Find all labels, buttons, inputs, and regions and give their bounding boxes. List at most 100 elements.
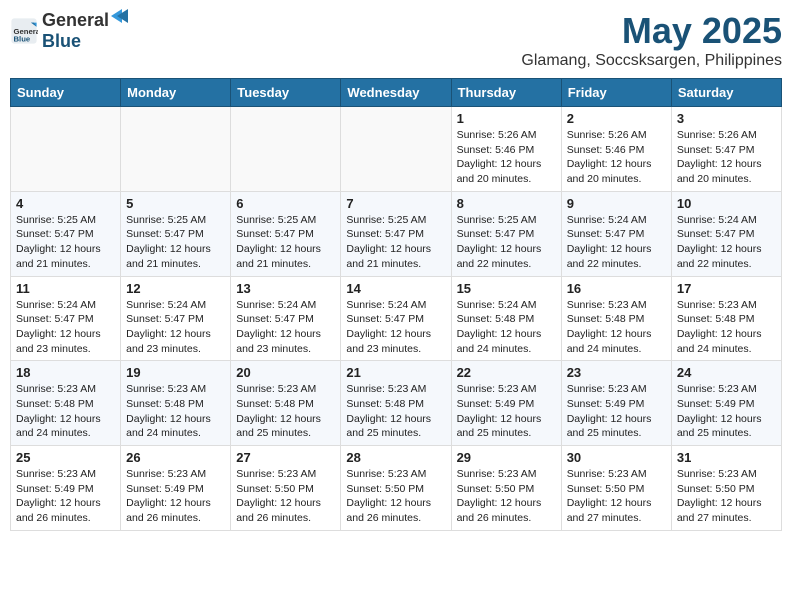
cell-day-number: 7 (346, 196, 445, 211)
cell-day-number: 28 (346, 450, 445, 465)
cell-info-text: Sunrise: 5:23 AM Sunset: 5:49 PM Dayligh… (16, 467, 115, 526)
cell-info-text: Sunrise: 5:26 AM Sunset: 5:46 PM Dayligh… (567, 128, 666, 187)
cell-info-text: Sunrise: 5:23 AM Sunset: 5:48 PM Dayligh… (126, 382, 225, 441)
cell-day-number: 1 (457, 111, 556, 126)
calendar-cell: 11 Sunrise: 5:24 AM Sunset: 5:47 PM Dayli… (11, 276, 121, 361)
cell-info-text: Sunrise: 5:23 AM Sunset: 5:49 PM Dayligh… (126, 467, 225, 526)
cell-day-number: 14 (346, 281, 445, 296)
calendar-cell: 29Sunrise: 5:23 AM Sunset: 5:50 PM Dayli… (451, 446, 561, 531)
cell-day-number: 31 (677, 450, 776, 465)
calendar-cell: 27Sunrise: 5:23 AM Sunset: 5:50 PM Dayli… (231, 446, 341, 531)
cell-info-text: Sunrise: 5:25 AM Sunset: 5:47 PM Dayligh… (457, 213, 556, 272)
calendar-cell: 5 Sunrise: 5:25 AM Sunset: 5:47 PM Daylig… (121, 191, 231, 276)
cell-info-text: Sunrise: 5:24 AM Sunset: 5:47 PM Dayligh… (16, 298, 115, 357)
cell-day-number: 5 (126, 196, 225, 211)
weekday-header-wednesday: Wednesday (341, 79, 451, 107)
cell-info-text: Sunrise: 5:23 AM Sunset: 5:50 PM Dayligh… (346, 467, 445, 526)
calendar-cell: 15 Sunrise: 5:24 AM Sunset: 5:48 PM Dayli… (451, 276, 561, 361)
calendar-cell: 14 Sunrise: 5:24 AM Sunset: 5:47 PM Dayli… (341, 276, 451, 361)
cell-info-text: Sunrise: 5:26 AM Sunset: 5:46 PM Dayligh… (457, 128, 556, 187)
calendar-cell: 18 Sunrise: 5:23 AM Sunset: 5:48 PM Dayli… (11, 361, 121, 446)
calendar-cell: 2Sunrise: 5:26 AM Sunset: 5:46 PM Daylig… (561, 107, 671, 192)
cell-info-text: Sunrise: 5:23 AM Sunset: 5:50 PM Dayligh… (457, 467, 556, 526)
weekday-header-sunday: Sunday (11, 79, 121, 107)
calendar-cell: 7 Sunrise: 5:25 AM Sunset: 5:47 PM Daylig… (341, 191, 451, 276)
calendar-week-row: 25 Sunrise: 5:23 AM Sunset: 5:49 PM Dayli… (11, 446, 782, 531)
cell-info-text: Sunrise: 5:25 AM Sunset: 5:47 PM Dayligh… (236, 213, 335, 272)
calendar-cell (11, 107, 121, 192)
calendar-table: SundayMondayTuesdayWednesdayThursdayFrid… (10, 78, 782, 531)
calendar-cell: 25 Sunrise: 5:23 AM Sunset: 5:49 PM Dayli… (11, 446, 121, 531)
calendar-week-row: 1 Sunrise: 5:26 AM Sunset: 5:46 PM Daylig… (11, 107, 782, 192)
calendar-week-row: 4 Sunrise: 5:25 AM Sunset: 5:47 PM Daylig… (11, 191, 782, 276)
calendar-header-row: SundayMondayTuesdayWednesdayThursdayFrid… (11, 79, 782, 107)
cell-day-number: 20 (236, 365, 335, 380)
cell-info-text: Sunrise: 5:23 AM Sunset: 5:48 PM Dayligh… (677, 298, 776, 357)
cell-day-number: 13 (236, 281, 335, 296)
cell-day-number: 25 (16, 450, 115, 465)
cell-day-number: 10 (677, 196, 776, 211)
cell-day-number: 18 (16, 365, 115, 380)
calendar-cell: 30 Sunrise: 5:23 AM Sunset: 5:50 PM Dayli… (561, 446, 671, 531)
cell-day-number: 21 (346, 365, 445, 380)
cell-info-text: Sunrise: 5:23 AM Sunset: 5:49 PM Dayligh… (457, 382, 556, 441)
calendar-cell: 23 Sunrise: 5:23 AM Sunset: 5:49 PM Dayli… (561, 361, 671, 446)
calendar-cell: 28 Sunrise: 5:23 AM Sunset: 5:50 PM Dayli… (341, 446, 451, 531)
cell-info-text: Sunrise: 5:23 AM Sunset: 5:49 PM Dayligh… (677, 382, 776, 441)
cell-info-text: Sunrise: 5:26 AM Sunset: 5:47 PM Dayligh… (677, 128, 776, 187)
calendar-cell: 20 Sunrise: 5:23 AM Sunset: 5:48 PM Dayli… (231, 361, 341, 446)
calendar-cell: 16 Sunrise: 5:23 AM Sunset: 5:48 PM Dayli… (561, 276, 671, 361)
cell-day-number: 23 (567, 365, 666, 380)
calendar-cell: 3Sunrise: 5:26 AM Sunset: 5:47 PM Daylig… (671, 107, 781, 192)
weekday-header-tuesday: Tuesday (231, 79, 341, 107)
cell-info-text: Sunrise: 5:25 AM Sunset: 5:47 PM Dayligh… (16, 213, 115, 272)
cell-day-number: 24 (677, 365, 776, 380)
title-area: May 2025 Glamang, Soccsksargen, Philippi… (521, 10, 782, 70)
weekday-header-thursday: Thursday (451, 79, 561, 107)
cell-day-number: 27 (236, 450, 335, 465)
cell-day-number: 16 (567, 281, 666, 296)
calendar-cell: 26 Sunrise: 5:23 AM Sunset: 5:49 PM Dayli… (121, 446, 231, 531)
cell-info-text: Sunrise: 5:23 AM Sunset: 5:48 PM Dayligh… (346, 382, 445, 441)
month-title: May 2025 (521, 10, 782, 52)
logo-text-blue: Blue (42, 31, 122, 52)
calendar-cell: 1 Sunrise: 5:26 AM Sunset: 5:46 PM Daylig… (451, 107, 561, 192)
calendar-cell: 8Sunrise: 5:25 AM Sunset: 5:47 PM Daylig… (451, 191, 561, 276)
cell-info-text: Sunrise: 5:25 AM Sunset: 5:47 PM Dayligh… (126, 213, 225, 272)
calendar-cell (341, 107, 451, 192)
cell-day-number: 4 (16, 196, 115, 211)
calendar-cell: 6Sunrise: 5:25 AM Sunset: 5:47 PM Daylig… (231, 191, 341, 276)
cell-day-number: 15 (457, 281, 556, 296)
cell-day-number: 30 (567, 450, 666, 465)
cell-info-text: Sunrise: 5:23 AM Sunset: 5:48 PM Dayligh… (236, 382, 335, 441)
cell-info-text: Sunrise: 5:24 AM Sunset: 5:47 PM Dayligh… (126, 298, 225, 357)
logo-icon: General Blue (10, 17, 38, 45)
logo-arrow-icon (110, 8, 128, 24)
calendar-cell: 24 Sunrise: 5:23 AM Sunset: 5:49 PM Dayli… (671, 361, 781, 446)
calendar-cell: 21 Sunrise: 5:23 AM Sunset: 5:48 PM Dayli… (341, 361, 451, 446)
calendar-cell: 9Sunrise: 5:24 AM Sunset: 5:47 PM Daylig… (561, 191, 671, 276)
calendar-cell: 19Sunrise: 5:23 AM Sunset: 5:48 PM Dayli… (121, 361, 231, 446)
location-title: Glamang, Soccsksargen, Philippines (521, 52, 782, 70)
cell-info-text: Sunrise: 5:25 AM Sunset: 5:47 PM Dayligh… (346, 213, 445, 272)
cell-info-text: Sunrise: 5:23 AM Sunset: 5:49 PM Dayligh… (567, 382, 666, 441)
cell-info-text: Sunrise: 5:24 AM Sunset: 5:48 PM Dayligh… (457, 298, 556, 357)
cell-day-number: 26 (126, 450, 225, 465)
calendar-cell: 31Sunrise: 5:23 AM Sunset: 5:50 PM Dayli… (671, 446, 781, 531)
cell-day-number: 11 (16, 281, 115, 296)
calendar-cell: 22 Sunrise: 5:23 AM Sunset: 5:49 PM Dayli… (451, 361, 561, 446)
cell-info-text: Sunrise: 5:23 AM Sunset: 5:48 PM Dayligh… (567, 298, 666, 357)
cell-day-number: 17 (677, 281, 776, 296)
cell-day-number: 22 (457, 365, 556, 380)
calendar-cell: 17 Sunrise: 5:23 AM Sunset: 5:48 PM Dayli… (671, 276, 781, 361)
cell-day-number: 9 (567, 196, 666, 211)
cell-info-text: Sunrise: 5:23 AM Sunset: 5:50 PM Dayligh… (567, 467, 666, 526)
calendar-cell (121, 107, 231, 192)
calendar-cell: 4 Sunrise: 5:25 AM Sunset: 5:47 PM Daylig… (11, 191, 121, 276)
cell-info-text: Sunrise: 5:24 AM Sunset: 5:47 PM Dayligh… (346, 298, 445, 357)
weekday-header-friday: Friday (561, 79, 671, 107)
logo-text-general: General (42, 10, 109, 31)
calendar-cell: 12Sunrise: 5:24 AM Sunset: 5:47 PM Dayli… (121, 276, 231, 361)
cell-info-text: Sunrise: 5:23 AM Sunset: 5:48 PM Dayligh… (16, 382, 115, 441)
cell-info-text: Sunrise: 5:24 AM Sunset: 5:47 PM Dayligh… (677, 213, 776, 272)
